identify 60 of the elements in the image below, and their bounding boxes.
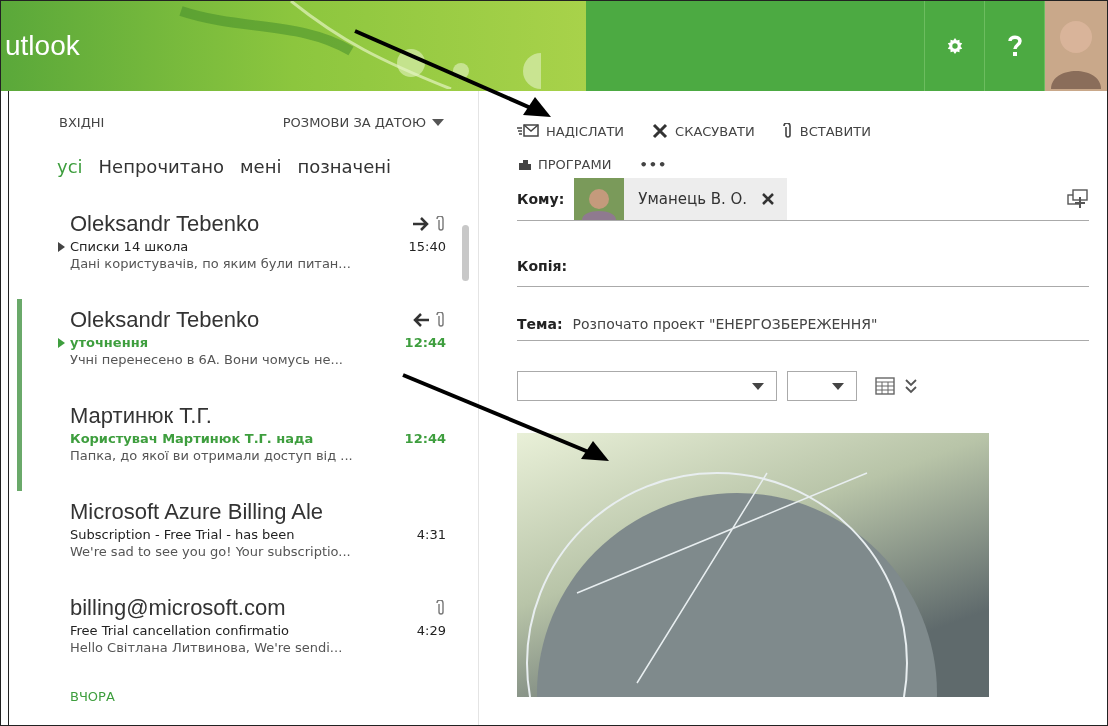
message-time: 12:44 (404, 431, 446, 446)
message-subject: уточнення (70, 335, 149, 350)
folder-label: ВХІДНІ (59, 115, 105, 130)
remove-icon[interactable] (761, 192, 776, 206)
message-preview: We're sad to see you go! Your subscriptio... (70, 544, 352, 559)
cancel-button[interactable]: СКАСУВАТИ (652, 123, 755, 139)
font-dropdown[interactable] (517, 371, 777, 401)
message-preview: Папка, до якої ви отримали доступ від ... (70, 448, 354, 463)
subject-label: Тема: (517, 316, 563, 332)
message-item[interactable]: Microsoft Azure Billing Ale Subscription - Free Trial - has been 4:31 We're sad to see you go! Your subscriptio... (17, 491, 462, 587)
settings-icon (945, 37, 964, 55)
pop-out-icon[interactable] (1067, 189, 1089, 209)
more-button[interactable]: ••• (639, 157, 668, 172)
sender-name: Oleksandr Tebenko (70, 211, 260, 237)
message-item[interactable]: Oleksandr Tebenko уточнення 12:44 Учні перенесено в 6А. Вони чомусь не... (17, 299, 462, 395)
table-icon[interactable] (875, 377, 895, 395)
paperclip-icon (782, 123, 793, 139)
message-subject: Free Trial cancellation confirmatio (70, 623, 291, 638)
caret-icon (432, 118, 444, 127)
user-avatar[interactable] (1044, 1, 1107, 91)
double-chevron-icon[interactable] (905, 378, 917, 394)
message-preview: Дані користувачів, по яким були питан... (70, 256, 352, 271)
apps-button[interactable]: ПРОГРАМИ (517, 157, 612, 172)
size-dropdown[interactable] (787, 371, 857, 401)
message-item[interactable]: Мартинюк Т.Г. Користувач Мартинюк Т.Г. нада 12:44 Папка, до якої ви отримали доступ від ... (17, 395, 462, 491)
message-time: 15:40 (408, 239, 446, 254)
message-time: 4:31 (416, 527, 446, 542)
caret-icon (752, 382, 764, 390)
sender-name: billing@microsoft.com (70, 595, 286, 621)
filter-tab[interactable]: позначені (295, 156, 394, 177)
to-label: Кому: (517, 191, 565, 207)
message-subject: Користувач Мартинюк Т.Г. нада (70, 431, 315, 446)
caret-icon (832, 382, 844, 390)
close-icon (652, 123, 669, 139)
cc-label: Копія: (517, 258, 568, 274)
sender-name: Oleksandr Tebenko (70, 307, 260, 333)
sender-name: Мартинюк Т.Г. (70, 403, 212, 429)
attach-button[interactable]: ВСТАВИТИ (782, 123, 871, 139)
message-subject: Списки 14 школа (70, 239, 190, 254)
filter-tab[interactable]: мені (238, 156, 284, 177)
message-preview: Hello Світлана Литвинова, We're sendi... (70, 640, 344, 655)
message-item[interactable]: Oleksandr Tebenko Списки 14 школа 15:40 Дані користувачів, по яким були питан... (17, 203, 462, 299)
recipient-chip[interactable]: Уманець В. О. (574, 178, 788, 220)
date-group-label: ВЧОРА (69, 688, 116, 704)
recipient-name: Уманець В. О. (638, 190, 748, 208)
subject-field[interactable]: Розпочато проект "ЕНЕРГОЗБЕРЕЖЕННЯ" (572, 316, 878, 332)
message-preview: Учні перенесено в 6А. Вони чомусь не... (70, 352, 344, 367)
message-item[interactable]: billing@microsoft.com Free Trial cancellation confirmatio 4:29 Hello Світлана Литвинова, We're sendi... (17, 587, 462, 683)
sender-name: Microsoft Azure Billing Ale (70, 499, 324, 525)
help-icon (1006, 35, 1023, 57)
filter-tab[interactable]: Непрочитано (96, 156, 226, 177)
sort-dropdown[interactable]: РОЗМОВИ ЗА ДАТОЮ (282, 115, 444, 130)
app-title: utlook (4, 30, 80, 62)
envelope-icon (517, 124, 539, 138)
message-time: 12:44 (404, 335, 446, 350)
recipient-avatar (574, 178, 625, 220)
message-time: 4:29 (416, 623, 446, 638)
send-button[interactable]: НАДІСЛАТИ (517, 123, 625, 139)
expand-triangle-icon[interactable] (58, 241, 65, 252)
message-subject: Subscription - Free Trial - has been (70, 527, 296, 542)
